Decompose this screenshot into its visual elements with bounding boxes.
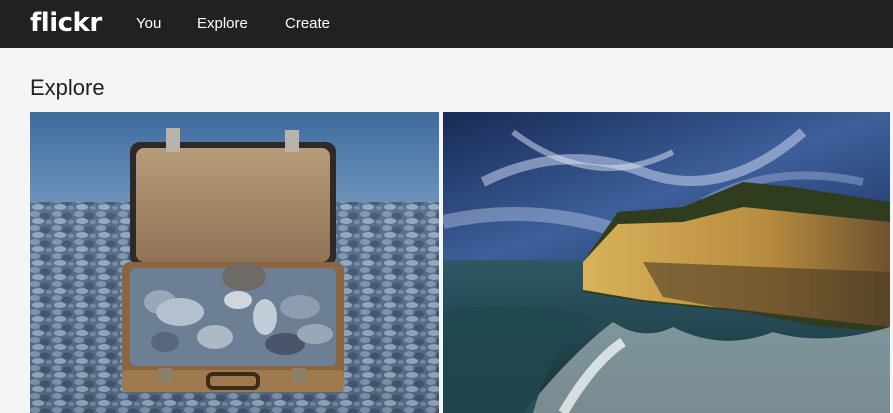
suitcase-photo-image bbox=[30, 112, 439, 413]
flickr-logo[interactable]: flickr bbox=[30, 5, 102, 41]
nav-create[interactable]: Create bbox=[285, 14, 330, 34]
photo-tile-sea-cliff[interactable] bbox=[443, 112, 890, 413]
nav-explore[interactable]: Explore bbox=[197, 14, 248, 34]
top-navigation-bar: flickr You Explore Create bbox=[0, 0, 893, 48]
nav-you[interactable]: You bbox=[136, 14, 161, 34]
photo-tile-suitcase[interactable] bbox=[30, 112, 439, 413]
page-title: Explore bbox=[30, 75, 105, 100]
sea-cliff-photo-image bbox=[443, 112, 890, 413]
